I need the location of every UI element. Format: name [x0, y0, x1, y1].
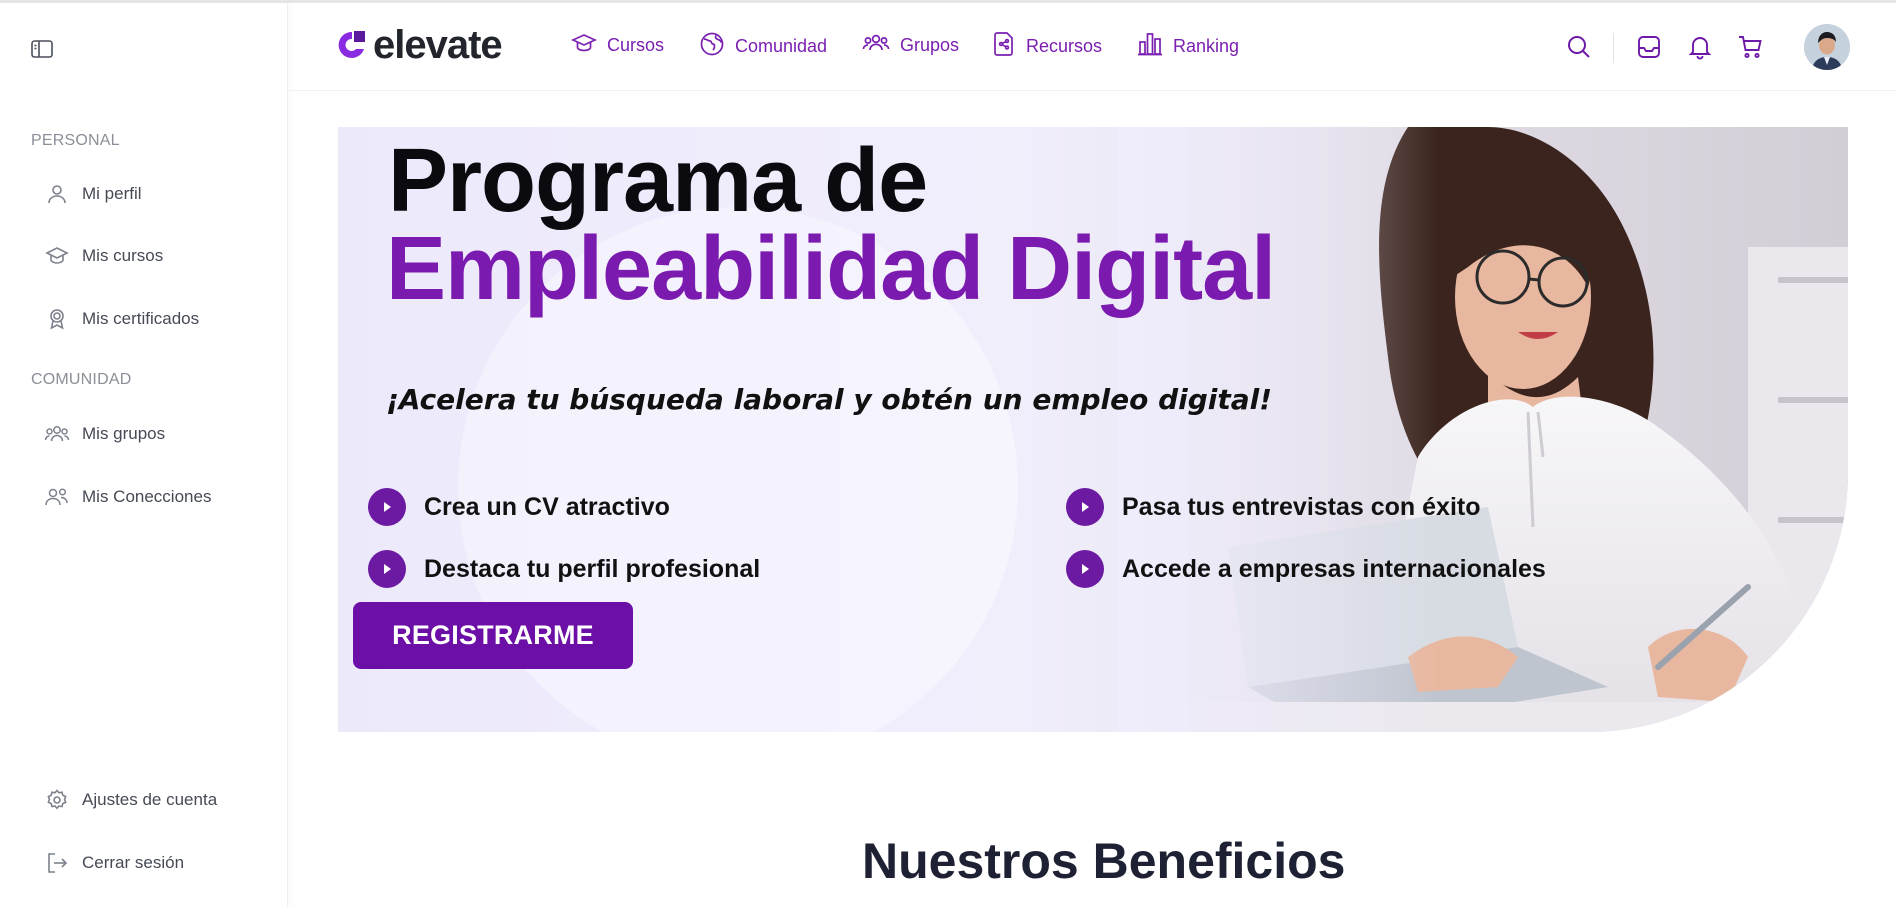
sidebar-item-label: Mis certificados	[82, 309, 200, 328]
sidebar-item-mis-cursos[interactable]: Mis cursos	[44, 239, 163, 273]
hero-feature: Pasa tus entrevistas con éxito	[1066, 488, 1480, 526]
cart-icon[interactable]	[1736, 33, 1764, 61]
hero-photo-fade	[1118, 127, 1438, 732]
sidebar-item-mis-certificados[interactable]: Mis certificados	[44, 302, 199, 336]
globe-icon	[699, 31, 725, 62]
share-file-icon	[992, 31, 1016, 62]
nav-recursos[interactable]: Recursos	[992, 31, 1102, 62]
sidebar-item-label: Mi perfil	[82, 184, 142, 203]
sidebar-item-label: Mis grupos	[82, 424, 166, 443]
hero-feature: Crea un CV atractivo	[368, 488, 670, 526]
hero-title-line2: Empleabilidad Digital	[386, 219, 1276, 319]
hero-banner: Programa de Empleabilidad Digital ¡Acele…	[338, 127, 1848, 732]
play-bullet-icon	[1066, 550, 1104, 588]
elevate-logo[interactable]: elevate	[337, 23, 503, 67]
nav-label: Comunidad	[735, 36, 828, 56]
nav-grupos[interactable]: Grupos	[862, 31, 959, 60]
hero-feature: Accede a empresas internacionales	[1066, 550, 1546, 588]
nav-label: Recursos	[1026, 36, 1103, 56]
search-icon[interactable]	[1565, 33, 1593, 61]
gear-icon	[44, 787, 70, 813]
sidebar-item-mis-grupos[interactable]: Mis grupos	[44, 417, 165, 451]
sidebar-toggle-icon[interactable]	[30, 37, 54, 61]
nav-comunidad[interactable]: Comunidad	[699, 31, 827, 62]
sidebar-item-label: Cerrar sesión	[82, 853, 185, 872]
logo-text: elevate	[373, 23, 503, 67]
hero-feature-text: Accede a empresas internacionales	[1122, 554, 1546, 583]
sidebar-item-mi-perfil[interactable]: Mi perfil	[44, 177, 142, 211]
hero-feature-text: Pasa tus entrevistas con éxito	[1122, 492, 1481, 521]
nav-cursos[interactable]: Cursos	[570, 31, 665, 60]
play-bullet-icon	[368, 550, 406, 588]
sidebar-section-comunidad: COMUNIDAD	[31, 371, 132, 388]
user-avatar[interactable]	[1804, 24, 1850, 70]
sidebar-item-mis-conecciones[interactable]: Mis Conecciones	[44, 480, 211, 514]
top-header: elevate Cursos Comunidad Grupos Recursos…	[289, 3, 1896, 91]
sidebar-section-personal: PERSONAL	[31, 132, 120, 149]
hero-title-line1: Programa de	[388, 131, 928, 231]
logout-icon	[44, 850, 70, 876]
hero-feature-text: Destaca tu perfil profesional	[424, 554, 761, 583]
inbox-icon[interactable]	[1635, 33, 1663, 61]
play-bullet-icon	[368, 488, 406, 526]
group-icon	[44, 421, 70, 447]
group-icon	[862, 31, 890, 60]
hero-feature: Destaca tu perfil profesional	[368, 550, 760, 588]
sidebar: PERSONAL Mi perfil Mis cursos Mis certif…	[0, 3, 288, 907]
nav-label: Ranking	[1173, 36, 1240, 56]
section-title-beneficios: Nuestros Beneficios	[862, 833, 1346, 889]
register-button[interactable]: REGISTRARME	[353, 602, 633, 669]
sidebar-item-label: Mis Conecciones	[82, 487, 212, 506]
sidebar-item-label: Ajustes de cuenta	[82, 790, 218, 809]
sidebar-item-label: Mis cursos	[82, 246, 164, 265]
logo-mark-icon	[337, 29, 367, 61]
nav-label: Grupos	[900, 35, 960, 55]
nav-label: Cursos	[607, 35, 665, 55]
connections-icon	[44, 484, 70, 510]
play-bullet-icon	[1066, 488, 1104, 526]
header-divider	[1613, 33, 1614, 63]
nav-ranking[interactable]: Ranking	[1137, 31, 1239, 62]
hero-subtitle: ¡Acelera tu búsqueda laboral y obtén un …	[386, 383, 1273, 416]
graduation-cap-icon	[570, 31, 598, 60]
bar-chart-icon	[1137, 31, 1163, 62]
certificate-icon	[44, 306, 70, 332]
hero-feature-text: Crea un CV atractivo	[424, 492, 670, 521]
sidebar-item-cerrar-sesion[interactable]: Cerrar sesión	[44, 846, 184, 880]
user-icon	[44, 181, 70, 207]
bell-icon[interactable]	[1686, 33, 1714, 61]
sidebar-item-ajustes-de-cuenta[interactable]: Ajustes de cuenta	[44, 783, 217, 817]
graduation-cap-icon	[44, 243, 70, 269]
